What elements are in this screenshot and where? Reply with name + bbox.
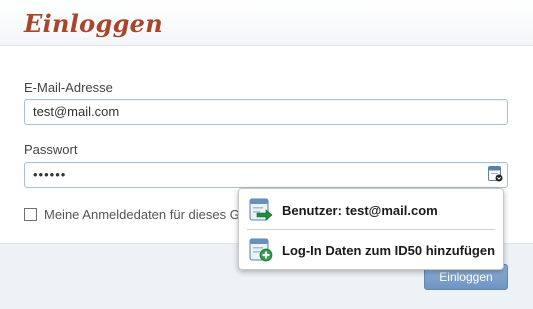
popup-divider — [247, 229, 495, 230]
popup-item-add-login[interactable]: Log-In Daten zum ID50 hinzufügen — [239, 231, 503, 269]
page-header: Einloggen — [0, 0, 533, 46]
password-manager-icon[interactable] — [488, 166, 503, 182]
popup-item-label: Log-In Daten zum ID50 hinzufügen — [282, 242, 496, 258]
remember-checkbox[interactable] — [24, 207, 37, 221]
password-label: Passwort — [24, 142, 78, 157]
remember-label: Meine Anmeldedaten für dieses G — [44, 206, 240, 222]
password-input[interactable]: •••••• — [24, 162, 508, 188]
password-manager-popup: Benutzer: test@mail.com Log-In Daten zum… — [238, 188, 504, 270]
page-title: Einloggen — [24, 9, 163, 38]
add-login-icon — [249, 238, 273, 262]
email-label: E-Mail-Adresse — [24, 80, 113, 95]
remember-me[interactable]: Meine Anmeldedaten für dieses G — [24, 206, 240, 222]
popup-item-label: Benutzer: test@mail.com — [282, 202, 438, 218]
popup-item-fill-user[interactable]: Benutzer: test@mail.com — [239, 191, 503, 229]
fill-login-icon — [249, 198, 273, 221]
email-input[interactable]: test@mail.com — [24, 99, 508, 125]
